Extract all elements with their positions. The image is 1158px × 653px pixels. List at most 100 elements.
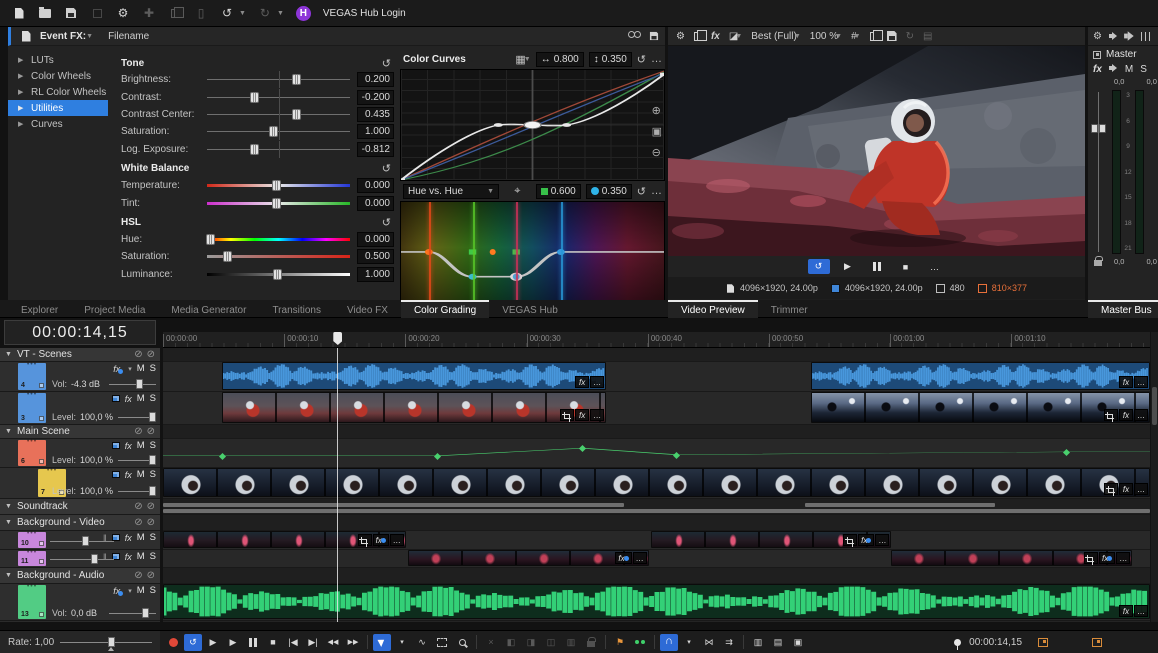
cursor-timecode[interactable]: 00:00:14,15 [969,637,1022,648]
track-slider[interactable] [118,412,156,422]
video-fx-icon[interactable]: fx [711,31,720,42]
compositing-mode-icon[interactable] [112,395,120,402]
save-project-icon[interactable] [64,5,78,21]
go-to-end-button[interactable]: ▶| [304,634,322,651]
saturation-slider[interactable] [207,125,350,138]
tab-color-grading[interactable]: Color Grading [401,300,489,318]
track-slider[interactable] [118,455,156,465]
scrollbar-thumb[interactable] [1152,387,1157,425]
automation-dropdown-icon[interactable]: ▾ [128,587,132,595]
saturation-value[interactable]: 0.500 [357,249,394,264]
open-project-icon[interactable] [38,5,52,21]
compositing-mode-icon[interactable] [112,442,120,449]
collapse-icon[interactable]: ▼ [5,428,12,435]
track-color-chip[interactable]: •••6 [18,440,46,466]
slider-handle[interactable] [292,74,301,85]
tab-media-generator[interactable]: Media Generator [158,300,259,318]
timeline-event[interactable]: fx… [811,392,1150,423]
log-exposure-value[interactable]: -0.812 [357,142,394,157]
contrast-value[interactable]: -0.200 [357,90,394,105]
track-group-background-video[interactable]: ▼Background - Video⊘⊘ [0,515,160,531]
selection-edit-tool-button[interactable] [433,634,451,651]
track-header-13[interactable]: •••13fx▾MSVol:0,0 dB [0,584,160,621]
mixer-icon[interactable] [1141,32,1150,41]
rate-slider-handle[interactable] [108,637,115,647]
slider-handle[interactable] [272,198,281,209]
event-fx-icon[interactable]: fx [575,376,589,388]
collapsed-track-bar[interactable] [163,503,624,507]
normal-edit-tool-button[interactable] [373,634,391,651]
curves-horizontal-value[interactable]: ↔0.800 [536,52,584,67]
tab-video-fx[interactable]: Video FX [334,300,401,318]
zoom-out-icon[interactable]: ⊖ [652,146,662,159]
collapsed-track-bar[interactable] [163,509,1150,513]
track-mute-button[interactable]: M [137,393,145,404]
rate-slider[interactable] [60,637,152,647]
group-bypass-audio-icon[interactable]: ⊘ [147,349,155,360]
event-fx-icon[interactable]: fx [615,552,631,564]
preview-loop-button[interactable]: ↺ [808,259,830,274]
slider-handle[interactable] [273,269,282,280]
event-fx-icon[interactable]: fx [858,534,874,546]
track-color-chip[interactable]: •••10 [18,532,46,548]
timeline-event[interactable]: fx… [408,550,649,566]
redo-dropdown-icon[interactable]: ▼ [277,10,284,17]
bypass-fx-icon[interactable] [628,31,641,37]
track-header-10[interactable]: •••10‖fxMS [0,531,160,550]
track-color-chip[interactable]: •••4 [18,363,46,390]
speaker-loud-icon[interactable] [1124,31,1135,41]
zoom-in-icon[interactable]: ⊕ [652,104,662,117]
sidebar-item-luts[interactable]: ▶LUTs [8,52,108,68]
master-solo-button[interactable]: S [1140,64,1147,75]
temperature-slider[interactable] [207,179,350,192]
slider-handle[interactable] [292,109,301,120]
audio-output-button[interactable]: ▣ [789,634,807,651]
redo-icon[interactable]: ↻ [258,5,272,21]
paste-icon[interactable]: ▯ [194,5,208,21]
curves-grid-dropdown-icon[interactable]: ▼ [524,56,531,63]
track-slider[interactable] [109,608,156,618]
event-fx-icon[interactable]: fx [1119,483,1133,495]
curves-vertical-value[interactable]: ↕0.350 [589,52,632,67]
timeline-event[interactable]: fx… [163,468,1150,497]
mixer-window-button[interactable]: ▥ [749,634,767,651]
track-lane[interactable]: fx…fx… [163,362,1150,392]
tint-slider[interactable] [207,197,350,210]
master-fader-track[interactable] [1098,92,1099,252]
track-lane[interactable] [163,439,1150,468]
track-solo-button[interactable]: S [150,363,156,374]
event-more-icon[interactable]: … [590,376,604,388]
reset-icon[interactable]: ↺ [382,57,391,70]
save-preset-icon[interactable] [650,32,659,41]
slide-event-button[interactable]: ▥ [562,634,580,651]
event-more-icon[interactable]: … [1134,376,1148,388]
insert-marker-button[interactable]: ⚑ [611,634,629,651]
event-fx-icon[interactable]: fx [373,534,389,546]
track-control-value[interactable]: 100,0 % [80,412,114,422]
go-to-start-button[interactable]: |◀ [284,634,302,651]
auto-ripple-button[interactable]: ⇉ [720,634,738,651]
timeline-timecode[interactable]: 00:00:14,15 [4,320,156,345]
preview-pause-button[interactable] [866,259,888,274]
external-monitor-icon[interactable] [694,32,702,41]
track-header-6[interactable]: •••6fxMSLevel:100,0 % [0,439,160,468]
event-more-icon[interactable]: … [1134,483,1148,495]
hue-mode-select[interactable]: Hue vs. Hue▼ [403,184,499,199]
track-slider[interactable] [109,379,156,389]
fast-forward-button[interactable]: ▶▶ [344,634,362,651]
fit-view-icon[interactable]: ▣ [652,125,662,138]
timeline-event[interactable]: fx… [651,531,892,548]
loop-playback-button[interactable]: ↺ [184,634,202,651]
tab-explorer[interactable]: Explorer [8,300,71,318]
tab-vegas-hub[interactable]: VEGAS Hub [489,300,571,318]
track-slider[interactable] [50,536,114,546]
track-group-soundtrack[interactable]: ▼Soundtrack⊘⊘ [0,499,160,515]
collapse-icon[interactable]: ▼ [5,572,12,579]
track-group-background-audio[interactable]: ▼Background - Audio⊘⊘ [0,568,160,584]
track-slider[interactable] [50,554,114,564]
crop-icon[interactable] [1084,552,1098,564]
selection-snapshot-icon[interactable] [1038,638,1048,647]
external-link-icon[interactable] [90,5,104,21]
event-fx-icon[interactable]: fx [1119,605,1133,617]
automation-dropdown-icon[interactable]: ▾ [128,365,132,373]
